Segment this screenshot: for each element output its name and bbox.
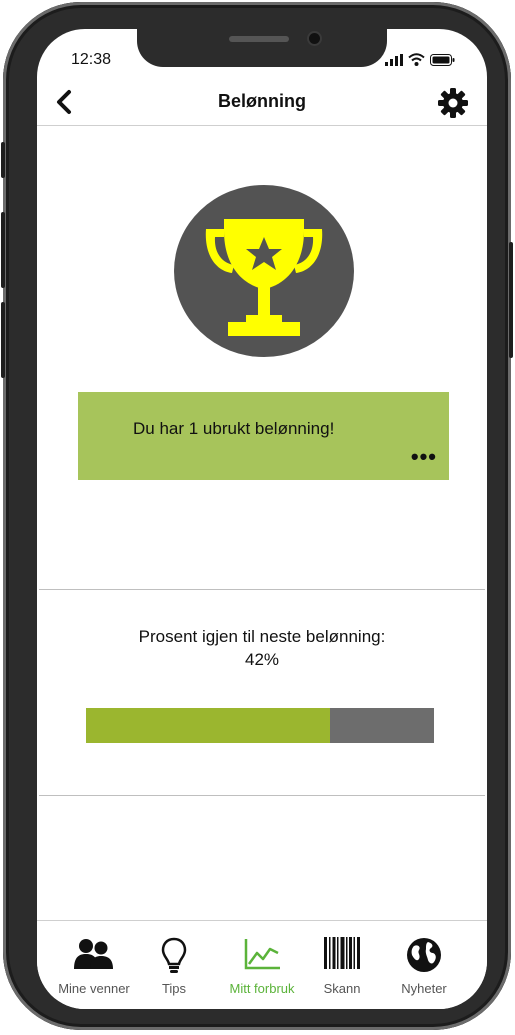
tab-label: Skann xyxy=(323,981,361,996)
trophy-icon xyxy=(205,219,323,336)
progress-caption: Prosent igjen til neste belønning: xyxy=(138,627,386,646)
bottom-tab-bar: Mine venner Tips Mitt forbruk Skann Nyhe… xyxy=(37,920,487,1009)
divider xyxy=(39,795,485,796)
tab-nyheter[interactable]: Nyheter xyxy=(379,921,469,1009)
tab-mine-venner[interactable]: Mine venner xyxy=(49,921,139,1009)
divider xyxy=(39,589,485,590)
volume-down-button xyxy=(1,302,5,378)
volume-up-button xyxy=(1,212,5,288)
progress-section-label: Prosent igjen til neste belønning: 42% xyxy=(37,625,487,671)
globe-icon xyxy=(407,938,441,972)
status-time: 12:38 xyxy=(71,51,112,68)
tab-mitt-forbruk[interactable]: Mitt forbruk xyxy=(217,921,307,1009)
lightbulb-icon xyxy=(161,937,187,973)
signal-icon xyxy=(385,54,403,66)
tab-skann[interactable]: Skann xyxy=(297,921,387,1009)
tab-label: Mitt forbruk xyxy=(229,981,295,996)
tab-label: Nyheter xyxy=(401,981,447,996)
settings-gear-icon[interactable] xyxy=(437,87,469,119)
wifi-icon xyxy=(408,53,425,66)
page-title: Belønning xyxy=(218,91,306,111)
tab-tips[interactable]: Tips xyxy=(129,921,219,1009)
friends-icon xyxy=(74,939,113,969)
tab-label: Mine venner xyxy=(58,981,130,996)
progress-percentage: 42% xyxy=(244,650,280,669)
more-options-icon[interactable]: ••• xyxy=(411,446,437,468)
trophy-badge xyxy=(174,185,354,357)
camera xyxy=(309,33,320,44)
progress-bar-fill xyxy=(86,708,330,743)
header: Belønning xyxy=(37,81,487,126)
power-button xyxy=(509,242,513,358)
mute-switch xyxy=(1,142,5,178)
screen: 12:38 Belønning Du har 1 ubrukt belønnin… xyxy=(37,29,487,1009)
chart-icon xyxy=(244,939,280,970)
status-icons xyxy=(385,53,455,66)
battery-icon xyxy=(430,54,455,66)
reward-message: Du har 1 ubrukt belønning! xyxy=(133,419,335,438)
unused-reward-banner[interactable]: Du har 1 ubrukt belønning! ••• xyxy=(78,392,449,480)
phone-frame: 12:38 Belønning Du har 1 ubrukt belønnin… xyxy=(1,2,513,1030)
speaker xyxy=(229,36,289,42)
barcode-icon xyxy=(324,937,360,969)
progress-bar xyxy=(86,708,434,743)
tab-label: Tips xyxy=(161,981,187,996)
notch xyxy=(137,29,387,67)
